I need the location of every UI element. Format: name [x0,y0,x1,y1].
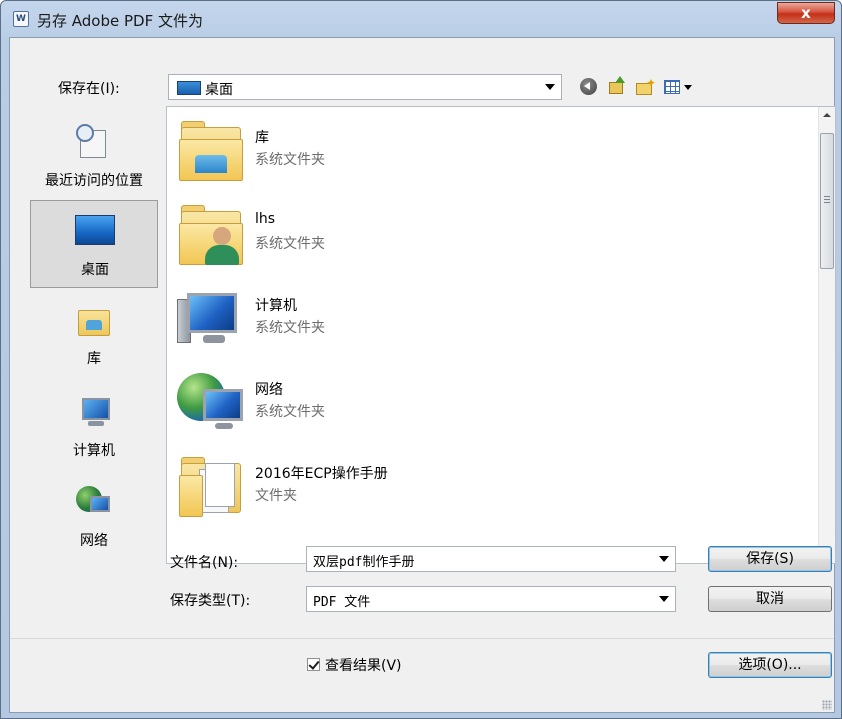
file-name: 库 [255,130,269,146]
folder-icon [177,453,245,521]
close-button[interactable]: x [777,2,835,24]
place-network[interactable]: 网络 [30,472,158,560]
filename-label: 文件名(N): [170,555,239,571]
cancel-button[interactable]: 取消 [708,586,832,612]
chevron-down-icon [659,596,669,602]
libraries-icon [76,302,112,338]
chevron-down-icon [684,85,692,90]
scroll-thumb[interactable] [820,133,834,269]
save-button[interactable]: 保存(S) [708,546,832,572]
place-libraries[interactable]: 库 [30,290,158,378]
new-folder-button[interactable]: ✦ [634,76,656,98]
file-list[interactable]: 库 系统文件夹 lhs 系统文件夹 计算机 系统文件夹 网络 系统文件夹 201… [166,106,836,564]
resize-grip-icon[interactable] [822,700,832,710]
save-in-value: 桌面 [205,82,233,98]
file-name: 网络 [255,382,283,398]
filename-input[interactable]: 双层pdf制作手册 [306,546,676,572]
computer-icon [76,394,112,430]
divider [10,638,834,639]
view-menu-icon [664,80,680,94]
file-type: 文件夹 [255,488,297,504]
file-name: 2016年ECP操作手册 [255,466,388,482]
list-item[interactable]: 计算机 系统文件夹 [173,281,813,361]
place-label: 最近访问的位置 [45,173,143,189]
list-item[interactable]: 2016年ECP操作手册 文件夹 [173,449,813,529]
save-in-label: 保存在(I): [58,81,120,97]
filetype-value: PDF 文件 [313,595,371,610]
file-name: lhs [255,211,276,227]
file-type: 系统文件夹 [255,236,325,252]
place-label: 网络 [80,533,108,549]
place-computer[interactable]: 计算机 [30,382,158,470]
network-icon [76,484,112,520]
user-folder-icon [177,201,245,269]
place-recent[interactable]: 最近访问的位置 [30,112,158,200]
save-as-dialog: W 另存 Adobe PDF 文件为 x 保存在(I): 桌面 ✦ 最近访问的位… [0,0,842,719]
filename-value: 双层pdf制作手册 [313,555,415,570]
filetype-label: 保存类型(T): [170,593,251,609]
grip-icon [824,196,830,203]
desktop-icon [177,81,201,95]
dialog-title: 另存 Adobe PDF 文件为 [37,12,203,30]
up-folder-icon [615,76,625,83]
chevron-down-icon [659,556,669,562]
file-type: 系统文件夹 [255,152,325,168]
place-desktop[interactable]: 桌面 [30,200,158,288]
network-icon [177,369,245,437]
places-bar: 最近访问的位置 桌面 库 计算机 网络 [28,106,162,636]
recent-places-icon [76,124,112,160]
place-label: 桌面 [81,262,109,278]
up-one-level-button[interactable] [606,76,628,98]
scroll-up-icon[interactable] [819,107,835,124]
view-result-checkbox[interactable] [307,658,320,671]
place-label: 库 [87,351,101,367]
back-button[interactable] [578,76,600,98]
filetype-select[interactable]: PDF 文件 [306,586,676,612]
view-result-label[interactable]: 查看结果(V) [325,655,402,675]
place-label: 计算机 [73,443,115,459]
back-arrow-icon [580,78,597,95]
dialog-client-area: 保存在(I): 桌面 ✦ 最近访问的位置 桌面 库 计算机 网络 库 系统文件夹… [9,37,836,713]
file-type: 系统文件夹 [255,404,325,420]
view-menu-button[interactable] [662,76,694,98]
chevron-down-icon [545,84,555,90]
vertical-scrollbar[interactable] [818,107,835,563]
save-in-dropdown[interactable]: 桌面 [168,74,562,100]
options-button[interactable]: 选项(O)... [708,652,832,678]
desktop-icon [75,215,115,245]
list-item[interactable]: lhs 系统文件夹 [173,197,813,277]
word-document-icon: W [13,11,29,27]
file-type: 系统文件夹 [255,320,325,336]
list-item[interactable]: 库 系统文件夹 [173,113,813,193]
computer-icon [177,285,245,353]
libraries-folder-icon [177,117,245,185]
file-name: 计算机 [255,298,297,314]
list-item[interactable]: 网络 系统文件夹 [173,365,813,445]
title-bar[interactable]: W 另存 Adobe PDF 文件为 x [1,1,841,37]
